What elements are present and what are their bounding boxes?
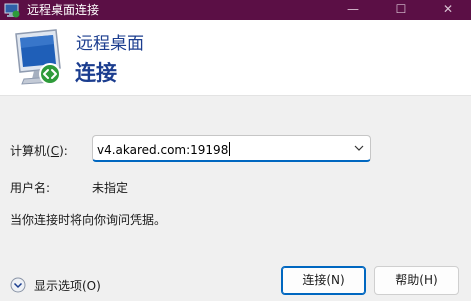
- computer-label-accelerator: C: [50, 144, 60, 158]
- maximize-button[interactable]: ☐: [381, 0, 421, 20]
- close-button[interactable]: ✕: [428, 0, 468, 20]
- header-subtitle: 连接: [75, 61, 117, 85]
- computer-label-prefix: 计算机(: [10, 144, 51, 158]
- computer-label-suffix: ):: [59, 144, 68, 158]
- chevron-down-icon[interactable]: [353, 142, 365, 154]
- show-options-label[interactable]: 显示选项(O): [34, 279, 101, 293]
- minimize-button[interactable]: —: [333, 0, 373, 20]
- computer-label: 计算机(C):: [10, 144, 68, 158]
- dialog-header: 远程桌面 连接: [0, 20, 471, 96]
- monitor-connection-icon: [15, 29, 61, 85]
- title-bar: 远程桌面连接 — ☐ ✕: [0, 0, 471, 20]
- credentials-info-text: 当你连接时将向你询问凭据。: [10, 213, 167, 227]
- window-title: 远程桌面连接: [27, 3, 100, 17]
- computer-input-value: v4.akared.com:19198: [97, 143, 229, 157]
- username-value: 未指定: [92, 181, 129, 195]
- text-caret: [229, 142, 231, 156]
- computer-combobox[interactable]: v4.akared.com:19198: [92, 135, 371, 162]
- help-button[interactable]: 帮助(H): [374, 266, 459, 295]
- computer-input[interactable]: v4.akared.com:19198: [97, 142, 231, 157]
- connect-button[interactable]: 连接(N): [281, 266, 366, 295]
- remote-desktop-icon: [4, 3, 20, 18]
- expand-circle-icon[interactable]: [10, 277, 26, 293]
- header-title: 远程桌面: [76, 34, 144, 54]
- username-label: 用户名:: [10, 181, 51, 195]
